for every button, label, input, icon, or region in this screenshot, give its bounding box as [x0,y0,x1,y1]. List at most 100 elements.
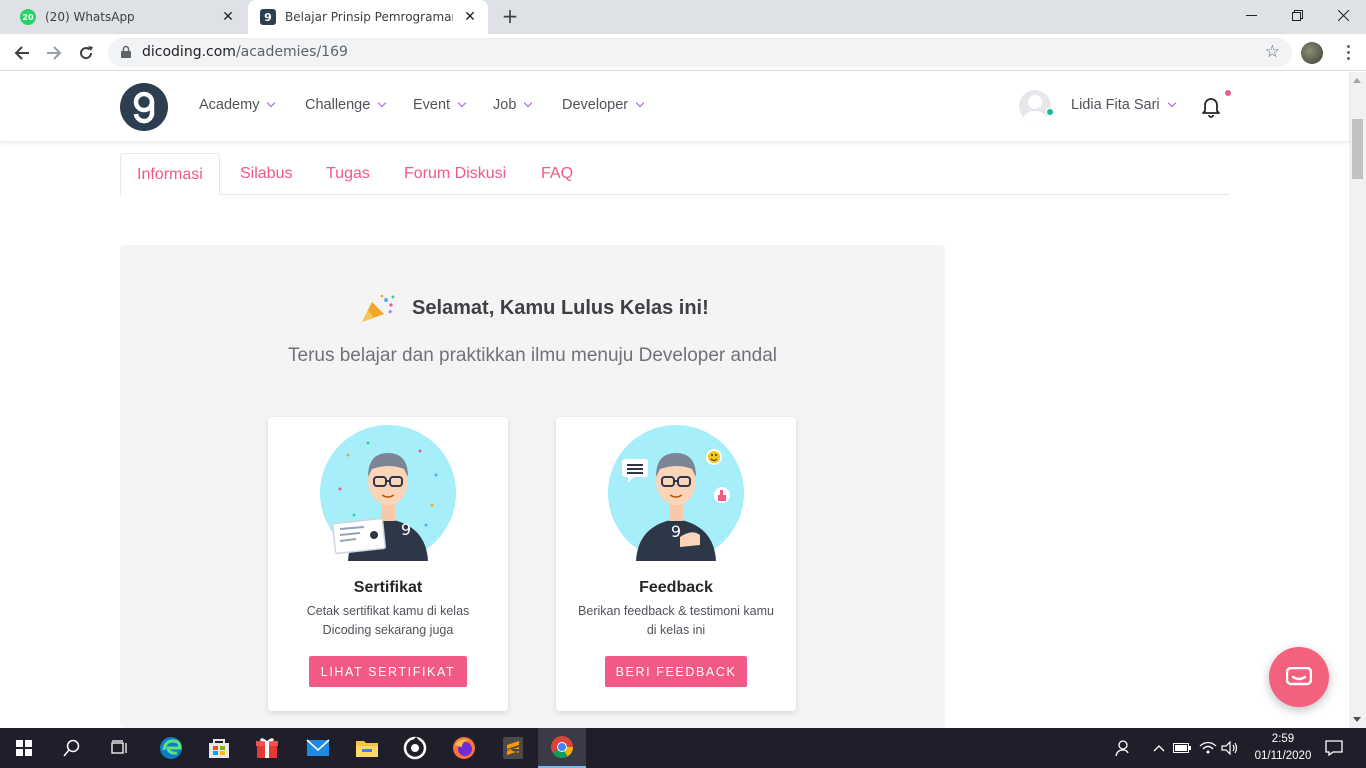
notification-glyph [1325,740,1343,756]
volume-icon[interactable] [1220,728,1240,768]
chevron-down-icon [267,98,276,108]
chevron-up-icon[interactable] [1150,728,1168,768]
user-menu[interactable]: Lidia Fita Sari [1071,97,1176,113]
taskbar-media-app[interactable] [391,728,439,768]
user-name: Lidia Fita Sari [1071,97,1160,113]
online-status-dot [1046,108,1054,116]
congrats-title: Selamat, Kamu Lulus Kelas ini! [412,296,709,319]
dicoding-logo[interactable] [120,83,168,131]
search-button[interactable] [48,728,96,768]
wifi-icon[interactable] [1198,728,1218,768]
page-scrollbar[interactable] [1349,72,1366,728]
tab-tugas[interactable]: Tugas [310,153,386,195]
back-button[interactable] [8,39,36,67]
taskbar-chrome[interactable] [538,728,586,768]
reload-icon [80,46,93,60]
taskbar-firefox[interactable] [440,728,488,768]
firefox-icon [453,737,475,759]
url-host: dicoding.com [142,44,236,60]
tab-forum-diskusi[interactable]: Forum Diskusi [388,153,522,195]
certificate-card: 9 Sertifikat Cetak sertifikat kamu di ke… [268,417,508,711]
close-icon[interactable]: ✕ [220,9,236,25]
new-tab-button[interactable]: + [498,5,522,29]
nav-job[interactable]: Job [493,97,533,113]
search-icon [63,739,80,757]
battery-glyph [1173,743,1191,753]
store-icon [209,739,229,758]
task-view-icon [111,740,127,754]
user-avatar[interactable] [1019,90,1051,122]
certificate-title: Sertifikat [353,579,423,596]
svg-text:9: 9 [671,522,681,541]
chevron-down-icon [457,98,467,108]
profile-avatar[interactable] [1301,42,1323,64]
close-icon[interactable]: ✕ [462,9,478,25]
feedback-desc-line: Berikan feedback & testimoni kamu [578,604,774,618]
browser-tab-strip: 20 (20) WhatsApp ✕ 9 Belajar Prinsip Pem… [0,0,1366,34]
nav-academy[interactable]: Academy [199,97,276,113]
nav-event[interactable]: Event [413,97,467,113]
feedback-card: 9 Feedback Berikan feedback & testimoni … [556,417,796,711]
give-feedback-button[interactable]: BERI FEEDBACK [605,656,747,687]
scroll-down-icon[interactable] [1353,717,1361,722]
svg-text:9: 9 [401,520,411,539]
task-view-button[interactable] [96,728,144,768]
people-icon-glyph [1115,740,1129,757]
forward-button[interactable] [40,39,68,67]
browser-tab-whatsapp[interactable]: 20 (20) WhatsApp ✕ [8,0,246,34]
scrollbar-thumb[interactable] [1352,119,1363,179]
address-bar[interactable]: dicoding.com/academies/169 ☆ [108,38,1292,67]
windows-icon [16,740,32,756]
taskbar-gift-app[interactable] [243,728,291,768]
view-certificate-button[interactable]: LIHAT SERTIFIKAT [309,656,467,687]
browser-tab-dicoding[interactable]: 9 Belajar Prinsip Pemrograman SOLID ✕ [248,0,488,34]
taskbar-edge[interactable] [147,728,195,768]
taskbar-clock[interactable]: 2:59 01/11/2020 [1252,731,1314,765]
nav-label: Developer [562,97,629,113]
people-icon[interactable] [1112,728,1136,768]
arrow-left-icon [14,46,29,60]
feedback-title: Feedback [639,579,713,596]
chat-button[interactable] [1269,647,1329,707]
nav-label: Academy [199,97,260,113]
gift-icon [256,738,278,758]
nav-label: Event [413,97,451,113]
tab-silabus[interactable]: Silabus [224,153,308,195]
edge-icon [160,737,182,759]
certificate-desc: Cetak sertifikat kamu di kelas Dicoding … [288,602,488,640]
nav-developer[interactable]: Developer [562,97,645,113]
feedback-illustration: 9 [608,425,744,561]
taskbar-file-explorer[interactable] [343,728,391,768]
window-close-button[interactable] [1320,0,1366,30]
browser-menu-icon[interactable] [1338,40,1358,64]
minimize-icon [1245,14,1257,16]
nav-challenge[interactable]: Challenge [305,97,387,113]
taskbar-mail[interactable] [294,728,342,768]
restore-icon [1291,9,1303,21]
congrats-subtitle: Terus belajar dan praktikkan ilmu menuju… [288,345,777,366]
certificate-illustration: 9 [320,425,456,561]
reload-button[interactable] [72,39,100,67]
bell-icon[interactable] [1201,96,1221,118]
start-button[interactable] [0,728,48,768]
action-center-icon[interactable] [1320,728,1348,768]
taskbar-sublime[interactable] [489,728,537,768]
taskbar-store[interactable] [195,728,243,768]
site-header: Academy Challenge Event Job Developer Li… [0,72,1349,142]
media-icon [403,736,427,760]
scroll-up-icon[interactable] [1353,78,1361,83]
nav-label: Job [493,97,517,113]
restore-button[interactable] [1274,0,1320,30]
windows-taskbar: 2:59 01/11/2020 [0,728,1366,768]
browser-tab-title: (20) WhatsApp [45,10,135,24]
arrow-right-icon [47,46,62,60]
feedback-desc: Berikan feedback & testimoni kamu di kel… [576,602,776,640]
bookmark-star-icon[interactable]: ☆ [1265,42,1280,62]
tab-informasi[interactable]: Informasi [120,153,220,196]
minimize-button[interactable] [1228,0,1274,30]
battery-icon[interactable] [1172,728,1192,768]
tab-faq[interactable]: FAQ [525,153,589,195]
congrats-heading: Selamat, Kamu Lulus Kelas ini! [360,292,709,324]
dicoding-icon: 9 [260,9,276,25]
close-icon [1337,9,1349,21]
